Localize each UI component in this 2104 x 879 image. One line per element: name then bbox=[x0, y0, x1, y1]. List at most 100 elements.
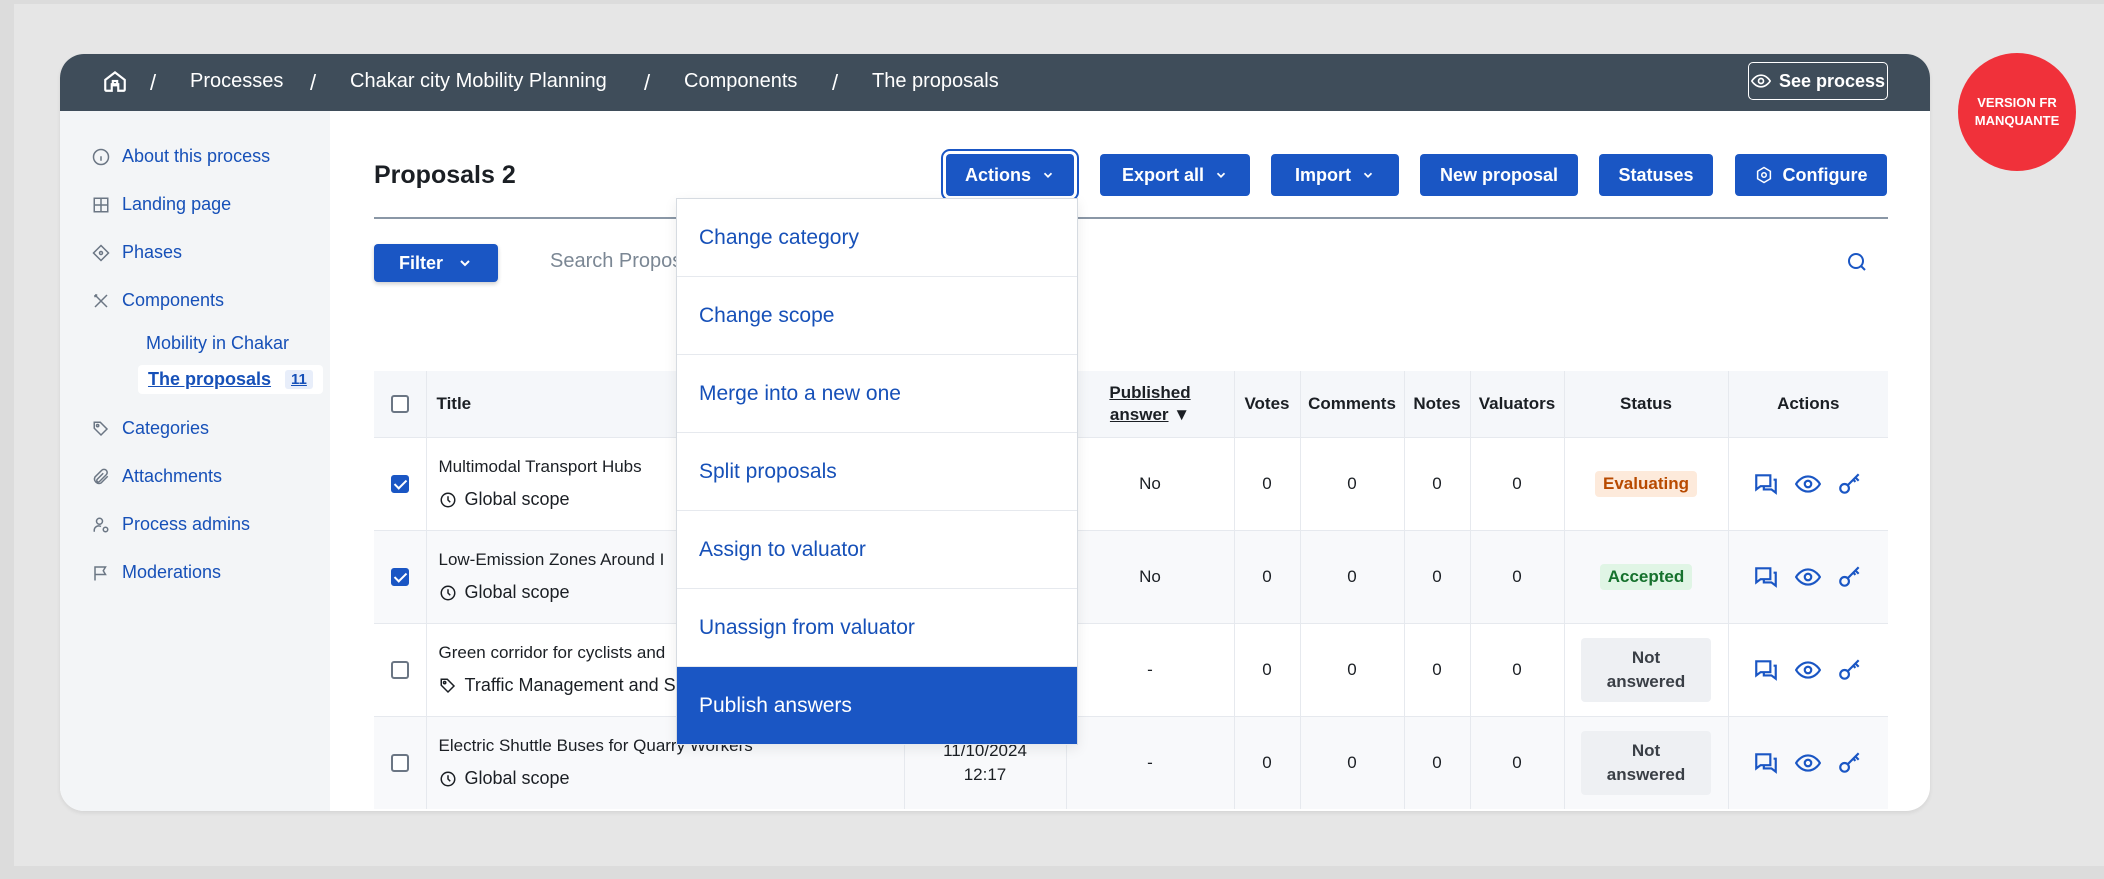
status-line1: Not bbox=[1631, 740, 1661, 760]
sort-desc-icon: ▼ bbox=[1168, 404, 1191, 424]
row-checkbox[interactable] bbox=[390, 661, 409, 680]
sidebar-item-label: Phases bbox=[122, 242, 183, 262]
answer-icon[interactable] bbox=[1753, 750, 1779, 776]
menu-item-merge[interactable]: Merge into a new one bbox=[677, 355, 1077, 433]
row-checkbox[interactable] bbox=[390, 754, 409, 773]
sidebar-item-about[interactable]: About this process bbox=[92, 146, 270, 167]
menu-item-change-scope[interactable]: Change scope bbox=[677, 277, 1077, 355]
status-badge: Accepted bbox=[1599, 563, 1693, 590]
configure-button[interactable]: Configure bbox=[1735, 154, 1887, 196]
sidebar-item-attachments[interactable]: Attachments bbox=[92, 466, 222, 487]
scope-label: Global scope bbox=[464, 768, 570, 789]
comments-cell: 0 bbox=[1300, 715, 1405, 809]
see-process-button[interactable]: See process bbox=[1748, 62, 1888, 100]
menu-item-split[interactable]: Split proposals bbox=[677, 433, 1077, 511]
actions-button[interactable]: Actions bbox=[941, 149, 1079, 201]
sidebar-item-categories[interactable]: Categories bbox=[92, 418, 209, 439]
tag-icon bbox=[440, 678, 455, 693]
comments-cell: 0 bbox=[1300, 622, 1405, 716]
proposals-count-badge: 11 bbox=[285, 370, 313, 389]
admin-panel: / Processes / Chakar city Mobility Plann… bbox=[60, 54, 1930, 811]
import-button[interactable]: Import bbox=[1271, 154, 1399, 196]
sidebar-subitem-proposals[interactable]: The proposals 11 bbox=[138, 365, 323, 394]
see-process-label: See process bbox=[1778, 70, 1886, 91]
row-select-cell bbox=[374, 436, 427, 530]
search-input[interactable]: Search Propos bbox=[550, 250, 682, 273]
filter-button[interactable]: Filter bbox=[374, 244, 498, 282]
breadcrumb-components[interactable]: Components bbox=[684, 70, 797, 93]
page-title: Proposals 2 bbox=[374, 161, 516, 189]
key-icon[interactable] bbox=[1837, 471, 1863, 497]
select-all-checkbox[interactable] bbox=[390, 395, 409, 414]
status-line2: answered bbox=[1606, 671, 1686, 691]
col-published-answer-line1: Published bbox=[1109, 382, 1191, 402]
notes-cell: 0 bbox=[1404, 715, 1471, 809]
filter-label: Filter bbox=[398, 252, 443, 273]
comments-cell: 0 bbox=[1300, 529, 1405, 623]
title-divider bbox=[374, 217, 1888, 219]
sidebar-item-phases[interactable]: Phases bbox=[92, 242, 182, 263]
scope-icon bbox=[440, 492, 455, 507]
menu-item-assign-valuator[interactable]: Assign to valuator bbox=[677, 511, 1077, 589]
menu-item-publish-answers[interactable]: Publish answers bbox=[677, 667, 1077, 745]
status-badge: Not answered bbox=[1580, 730, 1712, 795]
row-checkbox[interactable] bbox=[390, 568, 409, 587]
votes-cell: 0 bbox=[1234, 622, 1301, 716]
menu-item-unassign-valuator[interactable]: Unassign from valuator bbox=[677, 589, 1077, 667]
table-row: Electric Shuttle Buses for Quarry Worker… bbox=[374, 715, 1888, 809]
breadcrumb-process-name[interactable]: Chakar city Mobility Planning bbox=[350, 70, 607, 93]
sidebar-item-process-admins[interactable]: Process admins bbox=[92, 514, 250, 535]
home-icon[interactable] bbox=[102, 68, 128, 94]
flag-icon bbox=[94, 565, 107, 580]
tools-icon bbox=[94, 293, 108, 308]
configure-label: Configure bbox=[1782, 164, 1868, 185]
statuses-button[interactable]: Statuses bbox=[1599, 154, 1713, 196]
version-badge-line2: MANQUANTE bbox=[1974, 113, 2060, 128]
status-cell: Not answered bbox=[1564, 622, 1729, 716]
answer-icon[interactable] bbox=[1753, 471, 1779, 497]
key-icon[interactable] bbox=[1837, 564, 1863, 590]
preview-eye-icon[interactable] bbox=[1795, 471, 1822, 497]
key-icon[interactable] bbox=[1837, 750, 1863, 776]
table-row: Multimodal Transport Hubs Global scope N… bbox=[374, 436, 1888, 530]
menu-item-change-category[interactable]: Change category bbox=[677, 199, 1077, 277]
valuators-cell: 0 bbox=[1470, 715, 1565, 809]
sidebar-item-landing-page[interactable]: Landing page bbox=[92, 194, 231, 215]
valuators-cell: 0 bbox=[1470, 436, 1565, 530]
breadcrumb-separator: / bbox=[644, 70, 651, 95]
tag-icon bbox=[93, 421, 109, 436]
eye-icon bbox=[1750, 74, 1771, 88]
version-badge: VERSION FR MANQUANTE bbox=[1958, 53, 2076, 171]
status-cell: Accepted bbox=[1564, 529, 1729, 623]
key-icon[interactable] bbox=[1837, 657, 1863, 683]
new-proposal-button[interactable]: New proposal bbox=[1420, 154, 1578, 196]
sidebar-item-components[interactable]: Components bbox=[92, 290, 224, 311]
export-all-button[interactable]: Export all bbox=[1100, 154, 1250, 196]
sidebar-subitem-mobility[interactable]: Mobility in Chakar bbox=[146, 333, 289, 354]
answer-icon[interactable] bbox=[1753, 564, 1779, 590]
published-answer-cell: - bbox=[1066, 715, 1235, 809]
sidebar-item-moderations[interactable]: Moderations bbox=[92, 562, 221, 583]
breadcrumb-processes[interactable]: Processes bbox=[190, 70, 283, 93]
select-all-cell bbox=[374, 371, 427, 437]
breadcrumb-proposals[interactable]: The proposals bbox=[872, 70, 999, 93]
col-comments: Comments bbox=[1300, 371, 1405, 437]
breadcrumb-separator: / bbox=[832, 70, 839, 95]
preview-eye-icon[interactable] bbox=[1795, 750, 1822, 776]
published-answer-cell: No bbox=[1066, 529, 1235, 623]
gear-icon bbox=[1756, 166, 1771, 184]
info-icon bbox=[92, 148, 110, 165]
answer-icon[interactable] bbox=[1753, 657, 1779, 683]
col-status: Status bbox=[1564, 371, 1729, 437]
search-icon[interactable] bbox=[1845, 250, 1869, 274]
status-badge: Not answered bbox=[1580, 637, 1712, 702]
sidebar-item-label: Process admins bbox=[122, 514, 251, 534]
valuators-cell: 0 bbox=[1470, 529, 1565, 623]
table-row: Low-Emission Zones Around I Global scope… bbox=[374, 529, 1888, 623]
preview-eye-icon[interactable] bbox=[1795, 564, 1822, 590]
import-label: Import bbox=[1295, 164, 1351, 185]
row-checkbox[interactable] bbox=[390, 475, 409, 494]
row-select-cell bbox=[374, 622, 427, 716]
col-published-answer[interactable]: Published answer ▼ bbox=[1066, 371, 1235, 437]
preview-eye-icon[interactable] bbox=[1795, 657, 1822, 683]
